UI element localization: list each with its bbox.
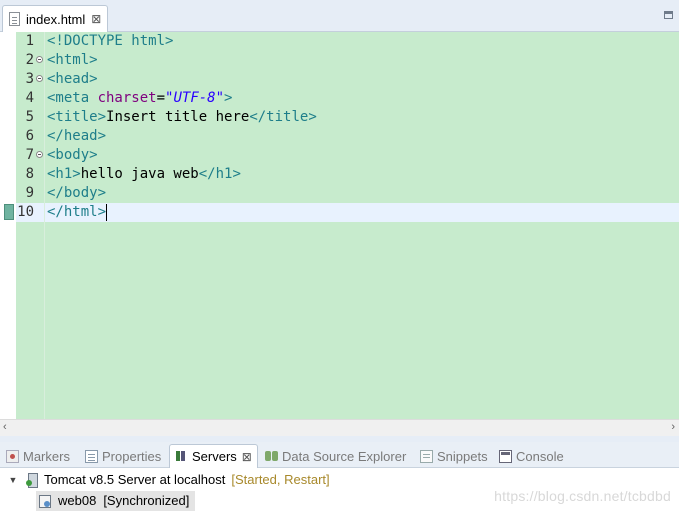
line-number-row: 2 — [16, 51, 44, 70]
code-line: <body> — [47, 146, 98, 165]
module-tree-item[interactable]: web08 [Synchronized] — [36, 491, 196, 511]
code-line: </head> — [47, 127, 106, 146]
tab-servers[interactable]: Servers ⊠ — [169, 444, 258, 468]
horizontal-scrollbar[interactable]: ‹ › — [0, 419, 679, 436]
line-number: 5 — [25, 109, 34, 125]
scroll-right-icon[interactable]: › — [671, 421, 675, 433]
line-number: 10 — [17, 204, 34, 220]
code-line: <head> — [47, 70, 98, 89]
fold-toggle-icon[interactable] — [36, 75, 43, 82]
code-token: </html> — [47, 204, 107, 220]
code-token: charset — [97, 90, 157, 106]
code-token: <h1> — [47, 166, 81, 182]
code-line: </html> — [47, 203, 108, 222]
tab-markers-label: Markers — [23, 448, 70, 464]
console-icon — [499, 449, 512, 463]
code-editor: 1 2 3 4 5 6 7 8 9 10 <!DOCTYPE html> <html> <head> <… — [0, 32, 679, 419]
code-token: <body> — [47, 147, 98, 163]
code-token: <html> — [47, 52, 98, 68]
line-number: 4 — [25, 90, 34, 106]
code-token: </head> — [47, 128, 107, 144]
code-token: <meta — [47, 90, 98, 106]
module-sync-state: [Synchronized] — [103, 493, 190, 508]
markers-icon — [6, 449, 19, 463]
tab-servers-label: Servers — [192, 449, 237, 464]
line-number-row: 1 — [16, 32, 44, 51]
line-number: 1 — [25, 33, 34, 49]
watermark: https://blog.csdn.net/tcbdbd — [494, 488, 671, 504]
code-token: "UTF-8" — [165, 90, 225, 106]
panel-tab-bar: Markers Properties Servers ⊠ Data Source… — [0, 442, 679, 468]
editor-tab-label: index.html — [26, 11, 86, 27]
line-number-row: 3 — [16, 70, 44, 89]
tab-snippets-label: Snippets — [437, 448, 488, 464]
line-number: 6 — [25, 128, 34, 144]
code-line: </body> — [47, 184, 106, 203]
current-line-highlight — [45, 203, 679, 222]
scroll-left-icon[interactable]: ‹ — [3, 421, 7, 433]
line-number: 3 — [25, 71, 34, 87]
code-token: = — [156, 90, 166, 106]
server-status: [Started, Restart] — [231, 472, 330, 487]
code-line: <!DOCTYPE html> — [47, 32, 173, 51]
fold-toggle-icon[interactable] — [36, 151, 43, 158]
code-token: </h1> — [198, 166, 241, 182]
code-text-area[interactable]: <!DOCTYPE html> <html> <head> <meta charset… — [44, 32, 679, 419]
line-number-row: 5 — [16, 108, 44, 127]
line-number-row: 4 — [16, 89, 44, 108]
current-line-marker-icon — [4, 204, 14, 220]
code-token: hello java web — [80, 166, 199, 182]
code-token: > — [224, 90, 233, 106]
server-icon — [26, 473, 38, 488]
code-token: Insert title here — [106, 109, 250, 125]
module-name: web08 — [58, 493, 97, 508]
fold-toggle-icon[interactable] — [36, 56, 43, 63]
snippets-icon — [420, 449, 433, 463]
text-caret — [106, 203, 108, 221]
code-line: <h1>hello java web</h1> — [47, 165, 241, 184]
code-line: <meta charset="UTF-8"> — [47, 89, 232, 108]
line-number-row: 6 — [16, 127, 44, 146]
code-token: </body> — [47, 185, 107, 201]
code-line: <title>Insert title here</title> — [47, 108, 317, 127]
line-number-gutter: 1 2 3 4 5 6 7 8 9 10 — [16, 32, 44, 419]
tab-data-source-label: Data Source Explorer — [282, 448, 407, 464]
data-source-icon — [265, 450, 278, 463]
line-number: 2 — [25, 52, 34, 68]
code-token: </title> — [249, 109, 317, 125]
chevron-down-icon[interactable]: ▼ — [6, 470, 20, 490]
code-token: <!DOCTYPE html> — [47, 33, 174, 49]
line-number: 8 — [25, 166, 34, 182]
web-module-icon — [38, 494, 52, 508]
editor-ruler — [0, 32, 16, 419]
tab-markers[interactable]: Markers — [6, 444, 70, 468]
editor-tab-bar: index.html ⊠ — [0, 0, 679, 32]
line-number: 7 — [25, 147, 34, 163]
tab-data-source-explorer[interactable]: Data Source Explorer — [265, 444, 406, 468]
line-number: 9 — [25, 185, 34, 201]
tab-console[interactable]: Console — [499, 444, 564, 468]
code-token: <head> — [47, 71, 98, 87]
server-tree-item[interactable]: ▼ Tomcat v8.5 Server at localhost [Start… — [6, 470, 330, 490]
maximize-icon[interactable] — [664, 11, 673, 19]
tab-snippets[interactable]: Snippets — [420, 444, 488, 468]
line-number-row: 8 — [16, 165, 44, 184]
line-number-row: 10 — [16, 203, 44, 222]
editor-tab-index-html[interactable]: index.html ⊠ — [2, 5, 108, 32]
line-number-row: 9 — [16, 184, 44, 203]
close-icon[interactable]: ⊠ — [242, 450, 252, 464]
tab-properties-label: Properties — [102, 448, 162, 464]
html-file-icon — [9, 12, 20, 26]
line-number-row: 7 — [16, 146, 44, 165]
tab-properties[interactable]: Properties — [85, 444, 161, 468]
close-icon[interactable]: ⊠ — [91, 12, 101, 26]
servers-icon — [175, 450, 188, 463]
code-line: <html> — [47, 51, 98, 70]
server-name: Tomcat v8.5 Server at localhost — [44, 472, 226, 487]
code-token: <title> — [47, 109, 107, 125]
properties-icon — [85, 449, 98, 463]
tab-console-label: Console — [516, 448, 564, 464]
